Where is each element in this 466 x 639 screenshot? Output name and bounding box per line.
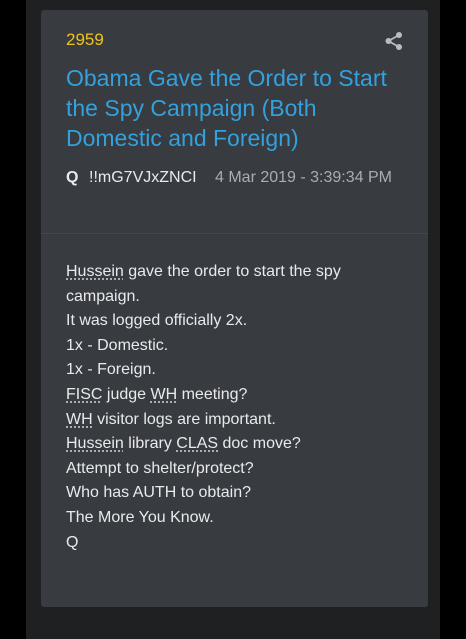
body-text-fragment: gave the order to start the spy bbox=[123, 263, 341, 280]
body-line: Who has AUTH to obtain? bbox=[66, 484, 251, 502]
body-line: FISC judge WH meeting? bbox=[66, 383, 406, 408]
body-text-fragment: doc move? bbox=[218, 435, 301, 453]
body-line: It was logged officially 2x. bbox=[66, 312, 248, 330]
body-line: Hussein gave the order to start the spy bbox=[66, 260, 406, 285]
post-title[interactable]: Obama Gave the Order to Start the Spy Ca… bbox=[66, 63, 411, 153]
post-body: Hussein gave the order to start the spy … bbox=[66, 260, 406, 555]
tripcode: !!mG7VJxZNCI bbox=[89, 169, 197, 186]
post-header: 2959 Obama Gave the Order to Start the S… bbox=[41, 10, 428, 234]
abbreviation[interactable]: WH bbox=[151, 386, 178, 403]
body-text-fragment: visitor logs are important. bbox=[92, 410, 276, 428]
body-line: Attempt to shelter/protect? bbox=[66, 459, 254, 477]
abbreviation[interactable]: WH bbox=[66, 411, 93, 428]
post-card: 2959 Obama Gave the Order to Start the S… bbox=[41, 10, 428, 607]
share-icon-graphic bbox=[385, 32, 402, 50]
abbreviation[interactable]: Hussein bbox=[66, 263, 124, 280]
header-divider bbox=[41, 233, 428, 234]
post-number[interactable]: 2959 bbox=[66, 30, 104, 50]
abbreviation[interactable]: FISC bbox=[66, 386, 102, 403]
body-line: 1x - Domestic. bbox=[66, 336, 169, 354]
post-timestamp: 4 Mar 2019 - 3:39:34 PM bbox=[215, 169, 392, 186]
body-line: 1x - Foreign. bbox=[66, 361, 156, 379]
author-name: Q bbox=[66, 169, 79, 186]
abbreviation[interactable]: Hussein bbox=[66, 435, 124, 452]
body-text-fragment: judge bbox=[102, 385, 151, 403]
abbreviation[interactable]: CLAS bbox=[176, 435, 218, 452]
body-line: Q bbox=[66, 533, 79, 551]
body-text-fragment: meeting? bbox=[177, 385, 248, 403]
body-line: WH visitor logs are important. bbox=[66, 408, 406, 433]
body-line: The More You Know. bbox=[66, 508, 214, 526]
share-icon[interactable] bbox=[384, 31, 404, 51]
body-line: Hussein library CLAS doc move? bbox=[66, 432, 406, 457]
body-text-fragment: library bbox=[123, 435, 177, 453]
body-line: campaign. bbox=[66, 287, 140, 305]
